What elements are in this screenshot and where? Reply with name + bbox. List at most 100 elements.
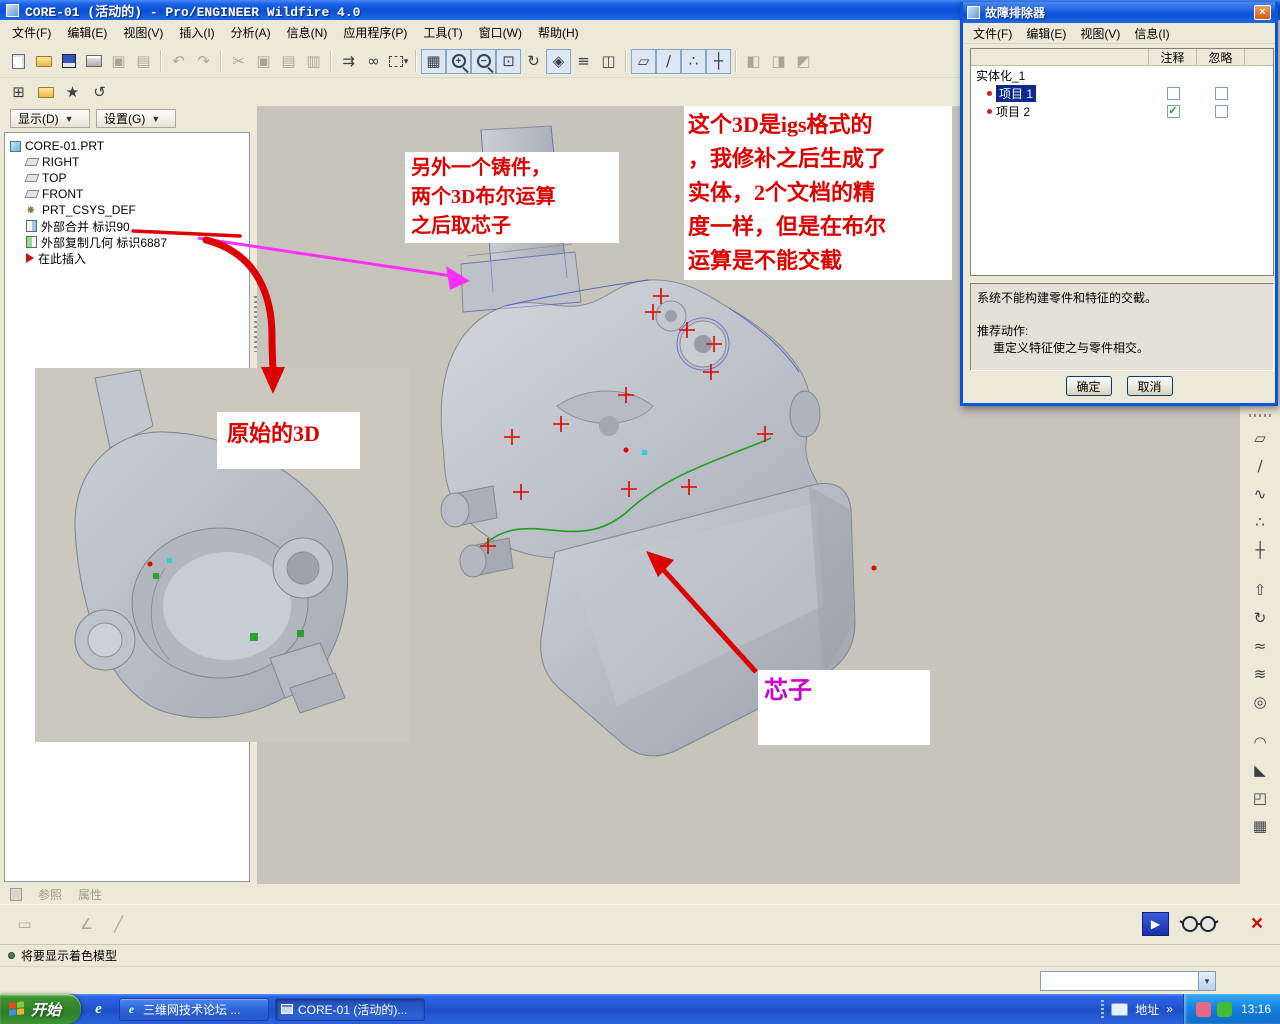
folder-browser-button[interactable] (33, 80, 58, 105)
paused-axis-button[interactable]: ╱ (106, 912, 131, 937)
menu-info[interactable]: 信息(N) (279, 21, 336, 44)
dialog-menu-view[interactable]: 视图(V) (1073, 23, 1127, 44)
start-button[interactable]: 开始 (0, 994, 82, 1024)
filter-button[interactable]: ▦ (421, 48, 446, 74)
datum-point-display-button[interactable]: ∴ (681, 48, 706, 74)
history-button[interactable]: ↺ (87, 80, 112, 105)
find-button[interactable]: ∞ (361, 49, 386, 74)
dialog-item-2-row[interactable]: 项目 2 ✓ (971, 102, 1273, 120)
annotate-checkbox-item2[interactable]: ✓ (1166, 104, 1180, 118)
paste-special-button[interactable]: ▥ (301, 49, 326, 74)
ignore-checkbox-item2[interactable] (1214, 104, 1228, 118)
datum-plane-display-button[interactable]: ▱ (631, 48, 656, 74)
zoom-out-button[interactable]: − (471, 48, 496, 74)
tree-item-front[interactable]: FRONT (5, 186, 249, 202)
menu-insert[interactable]: 插入(I) (171, 21, 222, 44)
extrude-tool-button[interactable]: ⇧ (1248, 578, 1273, 603)
tab-properties[interactable]: 属性 (78, 886, 102, 903)
delete-button[interactable]: ▤ (131, 49, 156, 74)
save-button[interactable] (56, 49, 81, 74)
ignore-checkbox-item1[interactable] (1214, 86, 1228, 100)
layers-button[interactable]: ≡ (571, 49, 596, 74)
menu-edit[interactable]: 编辑(E) (59, 21, 115, 44)
tree-item-core01[interactable]: CORE-01.PRT (5, 138, 249, 154)
zoom-in-button[interactable]: + (446, 48, 471, 74)
paste-button[interactable]: ▤ (276, 49, 301, 74)
shell-tool-button[interactable]: ◰ (1248, 786, 1273, 811)
dialog-tree-root-row[interactable]: 实体化_1 (971, 66, 1273, 84)
tab-references[interactable]: 参照 (38, 886, 62, 903)
display-style-3-button[interactable]: ◩ (791, 49, 816, 74)
tree-item-merge[interactable]: 外部合并 标识90 (5, 218, 249, 234)
csys-tool-button[interactable]: ┼ (1248, 538, 1273, 563)
tray-icon-2[interactable] (1216, 1001, 1232, 1017)
select-box-button[interactable]: ▾ (386, 49, 411, 74)
address-label[interactable]: 地址 (1135, 1001, 1159, 1018)
blend-tool-button[interactable]: ≋ (1248, 662, 1273, 687)
chamfer-tool-button[interactable]: ◣ (1248, 758, 1273, 783)
dialog-menu-file[interactable]: 文件(F) (966, 23, 1019, 44)
tree-item-top[interactable]: TOP (5, 170, 249, 186)
deskband-handle[interactable] (1101, 1000, 1105, 1018)
print-button[interactable] (81, 49, 106, 74)
open-button[interactable] (31, 49, 56, 74)
reorient-button[interactable]: ◈ (546, 48, 571, 74)
display-style-1-button[interactable]: ◧ (741, 49, 766, 74)
undo-button[interactable]: ↶ (166, 49, 191, 74)
menu-analysis[interactable]: 分析(A) (223, 21, 279, 44)
menu-applications[interactable]: 应用程序(P) (335, 21, 415, 44)
paused-sketch-button[interactable]: ∠ (74, 912, 99, 937)
view-manager-button[interactable]: ◫ (596, 49, 621, 74)
preview-button[interactable] (1176, 912, 1222, 936)
display-style-2-button[interactable]: ◨ (766, 49, 791, 74)
settings-dropdown-button[interactable]: 设置(G) ▼ (96, 109, 176, 128)
filter-combobox[interactable]: ▾ (1040, 971, 1216, 991)
revolve-tool-button[interactable]: ↻ (1248, 606, 1273, 631)
new-button[interactable] (6, 49, 31, 74)
taskbar-item-core01[interactable]: CORE-01 (活动的)... (275, 997, 426, 1021)
tree-item-csys[interactable]: PRT_CSYS_DEF (5, 202, 249, 218)
menu-window[interactable]: 窗口(W) (471, 21, 530, 44)
cancel-feature-button[interactable]: × (1244, 910, 1270, 936)
datum-axis-display-button[interactable]: ∕ (656, 48, 681, 74)
repaint-button[interactable]: ↻ (521, 49, 546, 74)
favorites-button[interactable]: ★ (60, 80, 85, 105)
hole-tool-button[interactable]: ◎ (1248, 690, 1273, 715)
menu-help[interactable]: 帮助(H) (530, 21, 587, 44)
cancel-button[interactable]: 取消 (1126, 376, 1173, 396)
datum-axis-tool-button[interactable]: ∕ (1248, 454, 1273, 479)
taskbar-item-forum[interactable]: e 三维网技术论坛 ... (119, 997, 270, 1021)
tree-item-insert-here[interactable]: 在此插入 (5, 250, 249, 266)
menu-tools[interactable]: 工具(T) (415, 21, 470, 44)
dialog-title-bar[interactable]: 故障排除器 × (963, 2, 1275, 23)
dialog-menu-info[interactable]: 信息(I) (1127, 23, 1176, 44)
tray-icon-1[interactable] (1195, 1001, 1211, 1017)
resume-button[interactable]: ▶ (1142, 912, 1169, 936)
ok-button[interactable]: 确定 (1065, 376, 1112, 396)
redo-button[interactable]: ↷ (191, 49, 216, 74)
tree-item-right[interactable]: RIGHT (5, 154, 249, 170)
paused-plane-button[interactable]: ▭ (12, 912, 37, 937)
refit-button[interactable]: ⊡ (496, 48, 521, 74)
erase-button[interactable]: ▣ (106, 49, 131, 74)
tree-item-copy-geom[interactable]: 外部复制几何 标识6887 (5, 234, 249, 250)
csys-display-button[interactable]: ┼ (706, 48, 731, 74)
show-dropdown-button[interactable]: 显示(D) ▼ (10, 109, 90, 128)
combo-arrow-icon[interactable]: ▾ (1198, 972, 1215, 990)
curve-tool-button[interactable]: ∿ (1248, 482, 1273, 507)
model-tree-button[interactable]: ⊞ (6, 80, 31, 105)
datum-plane-tool-button[interactable]: ▱ (1248, 426, 1273, 451)
dialog-menu-edit[interactable]: 编辑(E) (1019, 23, 1073, 44)
chevron-icon[interactable]: » (1166, 1002, 1173, 1016)
keyboard-icon[interactable] (1111, 1002, 1129, 1016)
menu-view[interactable]: 视图(V) (115, 21, 171, 44)
round-tool-button[interactable]: ◠ (1248, 730, 1273, 755)
sweep-tool-button[interactable]: ≈ (1248, 634, 1273, 659)
annotate-checkbox-item1[interactable] (1166, 86, 1180, 100)
regenerate-button[interactable]: ⇉ (336, 49, 361, 74)
dialog-close-button[interactable]: × (1254, 5, 1271, 20)
dialog-item-1-row[interactable]: 项目 1 (971, 84, 1273, 102)
datum-point-tool-button[interactable]: ∴ (1248, 510, 1273, 535)
internet-explorer-icon[interactable]: e (90, 1001, 107, 1018)
cut-button[interactable]: ✂ (226, 49, 251, 74)
